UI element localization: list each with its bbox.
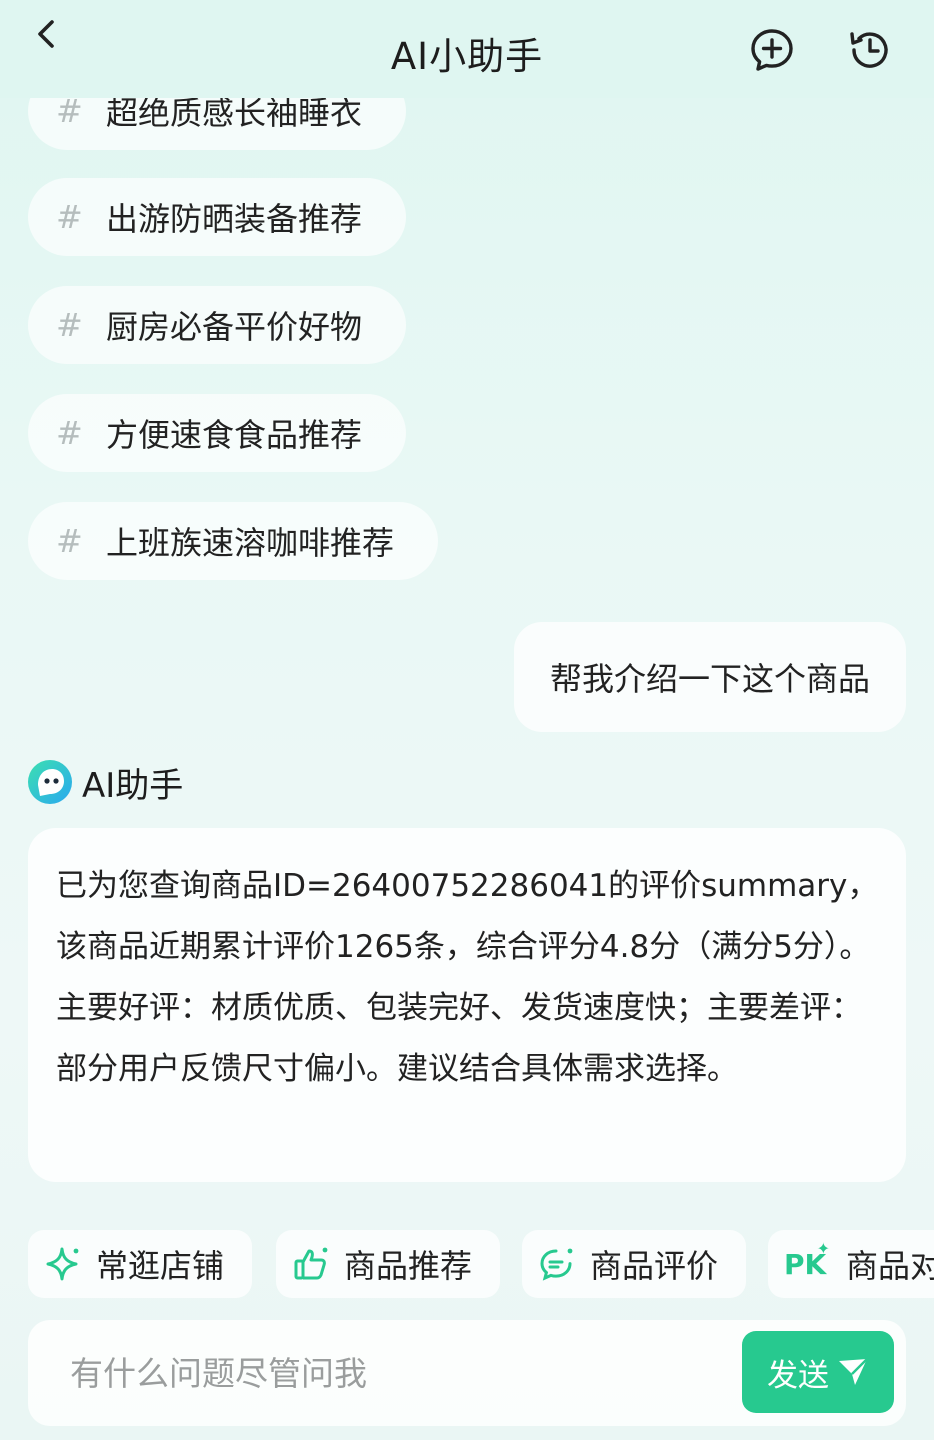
- quick-action-label: 商品推荐: [344, 1247, 473, 1285]
- user-message-bubble: 帮我介绍一下这个商品: [514, 622, 906, 732]
- new-chat-button[interactable]: [748, 26, 796, 74]
- sparkle-icon: [46, 1247, 79, 1281]
- assistant-header: AI助手: [26, 756, 183, 808]
- chat-input-bar: 发送: [28, 1320, 906, 1426]
- topic-label: 出游防晒装备推荐: [106, 200, 363, 238]
- topic-label: 方便速食食品推荐: [106, 416, 363, 454]
- hash-icon: #: [56, 198, 83, 236]
- quick-action-product-reviews[interactable]: 商品评价: [522, 1230, 746, 1298]
- hash-icon: #: [56, 522, 83, 560]
- paper-plane-icon: [839, 1358, 868, 1385]
- topic-chip[interactable]: # 出游防晒装备推荐: [28, 178, 406, 256]
- hash-icon: #: [56, 414, 83, 452]
- top-bar: AI小助手: [0, 0, 934, 98]
- quick-action-product-recommend[interactable]: 商品推荐: [276, 1230, 500, 1298]
- assistant-message-bubble: 已为您查询商品ID=26400752286041的评价summary，该商品近期…: [28, 828, 906, 1182]
- quick-action-label: 常逛店铺: [96, 1247, 225, 1285]
- topic-label: 上班族速溶咖啡推荐: [106, 524, 395, 562]
- chat-plus-icon: [751, 29, 793, 71]
- quick-actions-row: 常逛店铺 商品推荐 商品评价 PK ✦ 商品对: [28, 1230, 934, 1300]
- quick-action-label: 商品对: [846, 1247, 934, 1285]
- hash-icon: #: [56, 306, 83, 344]
- quick-action-favorite-shops[interactable]: 常逛店铺: [28, 1230, 252, 1298]
- assistant-name: AI助手: [82, 765, 184, 806]
- thumbs-up-icon: [294, 1247, 328, 1280]
- pk-icon: PK ✦: [784, 1239, 832, 1283]
- topic-chip[interactable]: # 方便速食食品推荐: [28, 394, 406, 472]
- send-button-label: 发送: [767, 1357, 829, 1394]
- history-button[interactable]: [846, 26, 894, 74]
- chat-input[interactable]: [28, 1320, 728, 1426]
- send-button[interactable]: 发送: [742, 1331, 894, 1413]
- assistant-avatar-icon: [28, 760, 72, 804]
- topic-chip[interactable]: # 上班族速溶咖啡推荐: [28, 502, 438, 580]
- topic-chip[interactable]: # 厨房必备平价好物: [28, 286, 406, 364]
- pk-icon-sparkle: ✦: [816, 1239, 830, 1258]
- quick-action-label: 商品评价: [590, 1247, 719, 1285]
- topic-label: 厨房必备平价好物: [106, 308, 363, 346]
- quick-action-product-compare[interactable]: PK ✦ 商品对: [768, 1230, 934, 1298]
- comment-icon: [540, 1248, 573, 1281]
- history-clock-icon: [850, 32, 888, 68]
